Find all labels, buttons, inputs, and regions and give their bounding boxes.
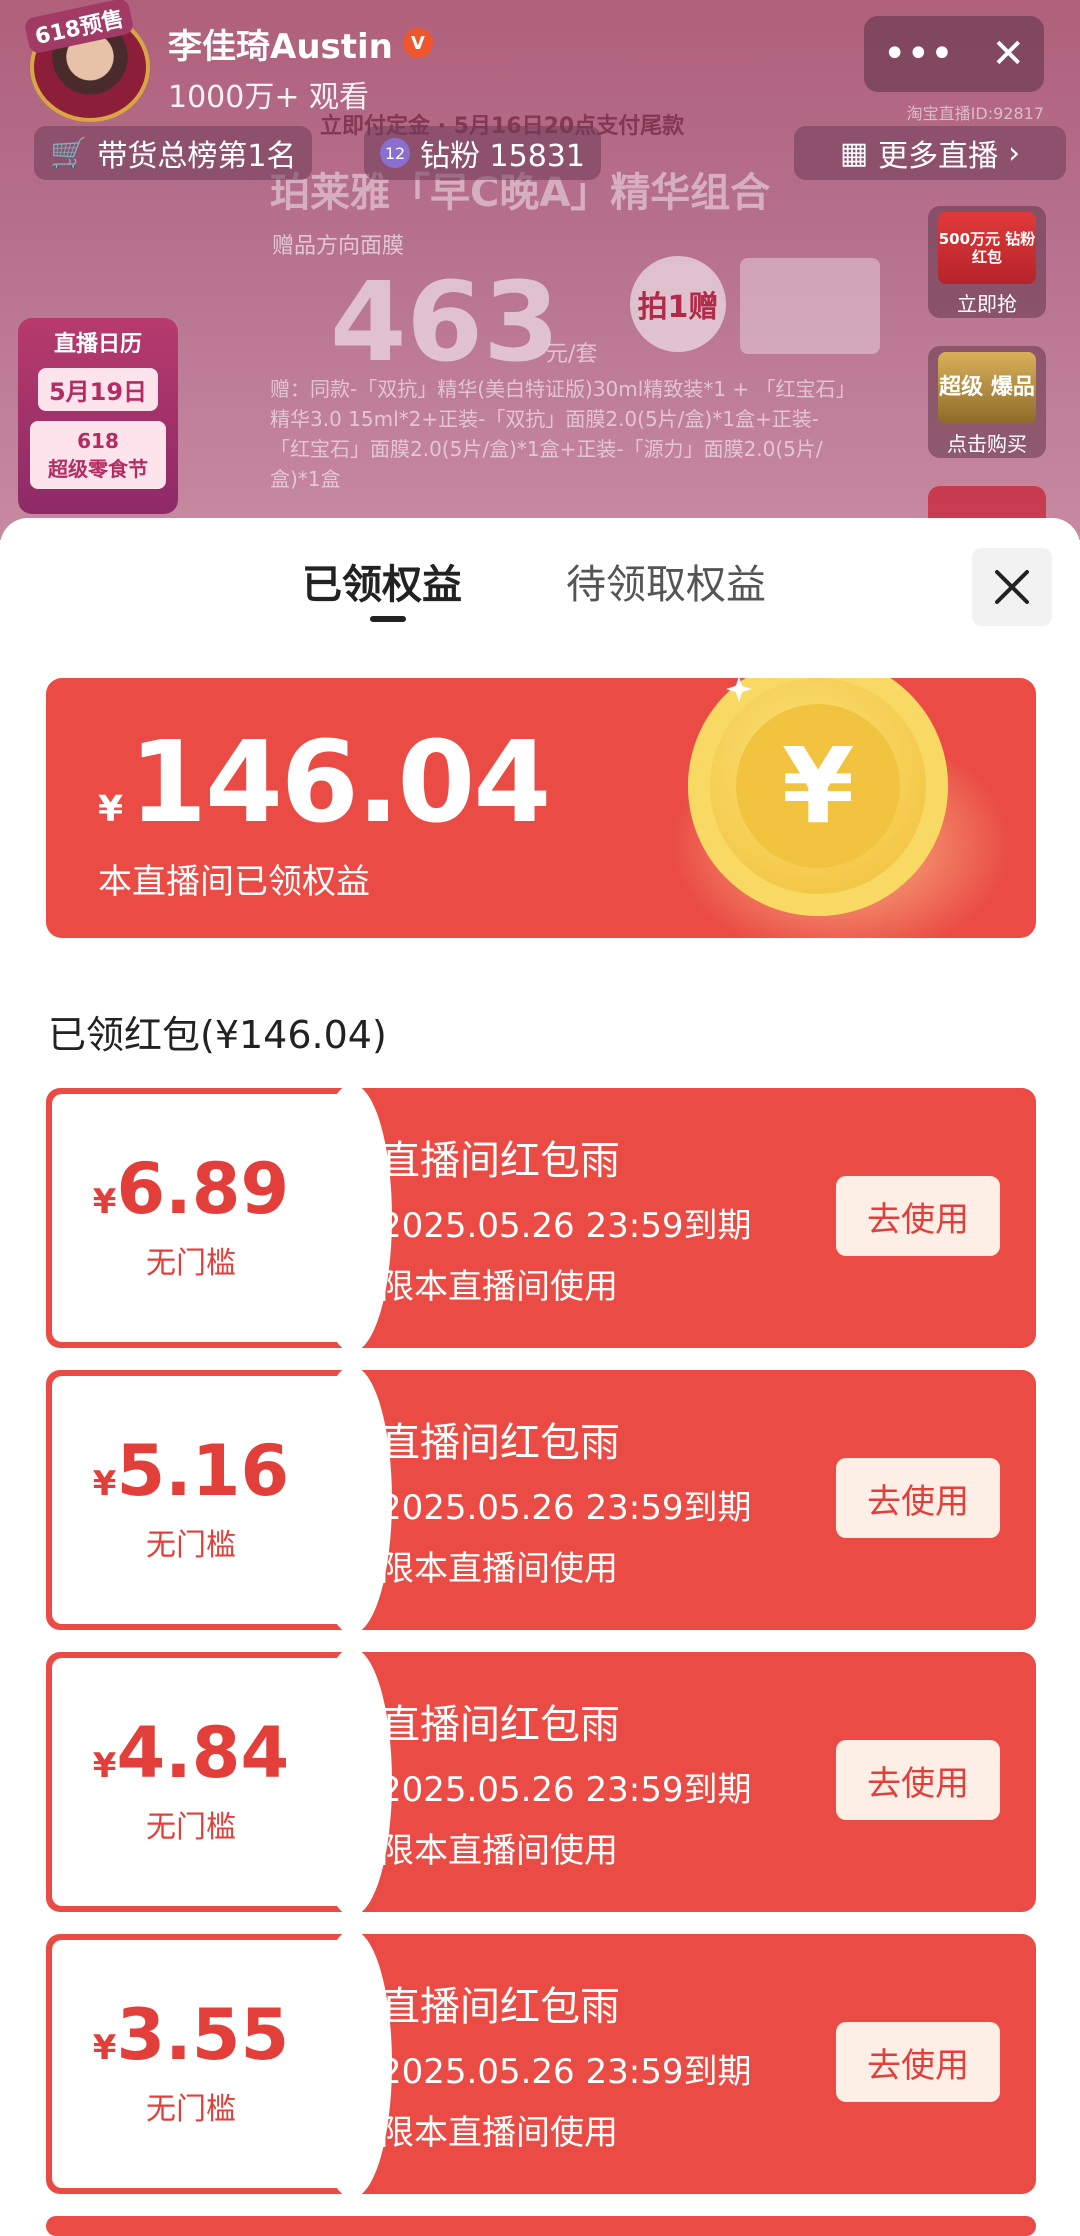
more-live-button[interactable]: ▦ 更多直播 › xyxy=(794,126,1066,180)
calendar-event-line2: 超级零食节 xyxy=(48,457,148,481)
fan-level-icon: 12 xyxy=(380,138,410,168)
calendar-event-line1: 618 xyxy=(77,429,119,453)
promo-gift-details: 赠：同款-「双抗」精华(美白特证版)30ml精致装*1 + 「红宝石」精华3.0… xyxy=(270,377,846,491)
coupon-currency: ¥ xyxy=(92,1746,117,1786)
avatar[interactable]: 618预售 xyxy=(23,0,150,122)
product-image xyxy=(740,258,880,354)
host-header[interactable]: 618预售 李佳琦Austin V 1000万+ 观看 xyxy=(23,0,433,122)
fans-badge[interactable]: 12 钻粉 15831 xyxy=(364,126,601,180)
coupon-amount: ¥4.84 xyxy=(46,1712,336,1794)
coupon-value: 6.89 xyxy=(116,1148,290,1230)
use-coupon-button[interactable]: 去使用 xyxy=(836,2022,1000,2102)
coupon-amount: ¥6.89 xyxy=(46,1148,336,1230)
coupon-expiry: 2025.05.26 23:59到期 xyxy=(380,1488,752,1528)
coupon-info: 直播间红包雨 2025.05.26 23:59到期 限本直播间使用 xyxy=(380,1410,751,1590)
calendar-date: 5月19日 xyxy=(38,368,158,411)
summary-label: 本直播间已领权益 xyxy=(98,862,370,902)
tab-pending[interactable]: 待领取权益 xyxy=(566,552,766,610)
room-id: 淘宝直播ID:92817 xyxy=(906,104,1044,123)
host-info: 李佳琦Austin V 1000万+ 观看 xyxy=(168,19,433,116)
use-coupon-button[interactable]: 去使用 xyxy=(836,1458,1000,1538)
coupon-amount: ¥3.55 xyxy=(46,1994,336,2076)
close-icon xyxy=(995,570,1029,604)
claimed-summary-card: ¥ 146.04 本直播间已领权益 ¥ xyxy=(46,678,1036,938)
benefit-tabs: 已领权益 待领取权益 xyxy=(0,552,1080,632)
coupon-info: 直播间红包雨 2025.05.26 23:59到期 限本直播间使用 xyxy=(380,1128,751,1308)
coupon-scope: 限本直播间使用 xyxy=(380,1267,618,1307)
red-packet-thumb: 500万元 钻粉红包 xyxy=(938,212,1036,284)
coupon-scope: 限本直播间使用 xyxy=(380,2113,618,2153)
fans-label: 钻粉 15831 xyxy=(420,139,585,174)
cart-icon: 🛒 xyxy=(50,135,88,171)
close-stream-icon[interactable]: ✕ xyxy=(992,31,1026,77)
red-packet-card[interactable]: 500万元 钻粉红包 立即抢 xyxy=(928,206,1046,318)
coupon-title: 直播间红包雨 xyxy=(380,1702,620,1748)
sales-rank-badge[interactable]: 🛒 带货总榜第1名 xyxy=(34,126,313,180)
promo-subtitle: 赠品方向面膜 xyxy=(272,234,405,259)
use-coupon-button[interactable]: 去使用 xyxy=(836,1176,1000,1256)
coupon-value: 4.84 xyxy=(116,1712,290,1794)
coupon-card: ¥5.16 无门槛 直播间红包雨 2025.05.26 23:59到期 限本直播… xyxy=(46,1370,1036,1630)
tab-claimed[interactable]: 已领权益 xyxy=(302,552,462,610)
coupon-currency: ¥ xyxy=(92,2028,117,2068)
close-sheet-button[interactable] xyxy=(972,548,1052,626)
promo-price: 463 xyxy=(330,258,560,386)
more-live-label: 更多直播 xyxy=(878,139,999,174)
grid-icon: ▦ xyxy=(839,135,869,171)
coupon-amount: ¥5.16 xyxy=(46,1430,336,1512)
presale-badge: 618预售 xyxy=(23,0,135,55)
coupon-threshold: 无门槛 xyxy=(146,1528,236,1563)
claimed-packets-title: 已领红包(¥146.04) xyxy=(48,1013,387,1057)
host-name-row: 李佳琦Austin V xyxy=(168,19,433,68)
calendar-event: 618 超级零食节 xyxy=(30,421,166,489)
coupon-info: 直播间红包雨 2025.05.26 23:59到期 限本直播间使用 xyxy=(380,1692,751,1872)
coupon-value: 3.55 xyxy=(116,1994,290,2076)
coupon-title: 直播间红包雨 xyxy=(380,1138,620,1184)
coupon-threshold: 无门槛 xyxy=(146,1246,236,1281)
coupon-scope: 限本直播间使用 xyxy=(380,1549,618,1589)
top-action-group: ••• ✕ xyxy=(864,16,1044,92)
promo-unit: 元/套 xyxy=(546,342,598,367)
promo-gift-badge: 拍1赠 xyxy=(630,256,726,352)
use-coupon-button[interactable]: 去使用 xyxy=(836,1740,1000,1820)
coupon-card: ¥3.55 无门槛 直播间红包雨 2025.05.26 23:59到期 限本直播… xyxy=(46,1934,1036,2194)
chevron-right-icon: › xyxy=(1008,135,1021,171)
coupon-info: 直播间红包雨 2025.05.26 23:59到期 限本直播间使用 xyxy=(380,1974,751,2154)
hot-product-caption: 点击购买 xyxy=(947,432,1027,456)
coupon-currency: ¥ xyxy=(92,1182,117,1222)
summary-value: 146.04 xyxy=(129,718,551,848)
coupon-card-partial xyxy=(46,2216,1036,2236)
hot-product-card[interactable]: 超级 爆品 点击购买 xyxy=(928,346,1046,458)
coupon-value: 5.16 xyxy=(116,1430,290,1512)
host-name: 李佳琦Austin xyxy=(168,26,393,67)
coupon-title: 直播间红包雨 xyxy=(380,1420,620,1466)
sales-rank-label: 带货总榜第1名 xyxy=(97,139,297,174)
live-calendar-card[interactable]: 直播日历 5月19日 618 超级零食节 xyxy=(18,318,178,514)
benefits-sheet: 已领权益 待领取权益 ¥ 146.04 本直播间已领权益 ¥ 已领红包(¥146… xyxy=(0,518,1080,2236)
coupon-expiry: 2025.05.26 23:59到期 xyxy=(380,1206,752,1246)
coupon-expiry: 2025.05.26 23:59到期 xyxy=(380,2052,752,2092)
more-options-icon[interactable]: ••• xyxy=(883,31,954,77)
hot-product-thumb: 超级 爆品 xyxy=(938,352,1036,424)
coupon-threshold: 无门槛 xyxy=(146,2092,236,2127)
summary-currency: ¥ xyxy=(98,789,124,830)
coupon-title: 直播间红包雨 xyxy=(380,1984,620,2030)
active-tab-indicator xyxy=(370,616,406,622)
summary-amount: ¥ 146.04 xyxy=(98,718,551,848)
red-packet-caption: 立即抢 xyxy=(957,292,1017,316)
coupon-scope: 限本直播间使用 xyxy=(380,1831,618,1871)
live-stream-background: 618预售 李佳琦Austin V 1000万+ 观看 ••• ✕ 淘宝直播ID… xyxy=(0,0,1080,540)
coupon-threshold: 无门槛 xyxy=(146,1810,236,1845)
coupon-card: ¥6.89 无门槛 直播间红包雨 2025.05.26 23:59到期 限本直播… xyxy=(46,1088,1036,1348)
calendar-title: 直播日历 xyxy=(53,332,142,357)
coupon-currency: ¥ xyxy=(92,1464,117,1504)
coupon-expiry: 2025.05.26 23:59到期 xyxy=(380,1770,752,1810)
verified-icon: V xyxy=(402,28,433,58)
coupon-card: ¥4.84 无门槛 直播间红包雨 2025.05.26 23:59到期 限本直播… xyxy=(46,1652,1036,1912)
yen-symbol: ¥ xyxy=(736,704,900,868)
